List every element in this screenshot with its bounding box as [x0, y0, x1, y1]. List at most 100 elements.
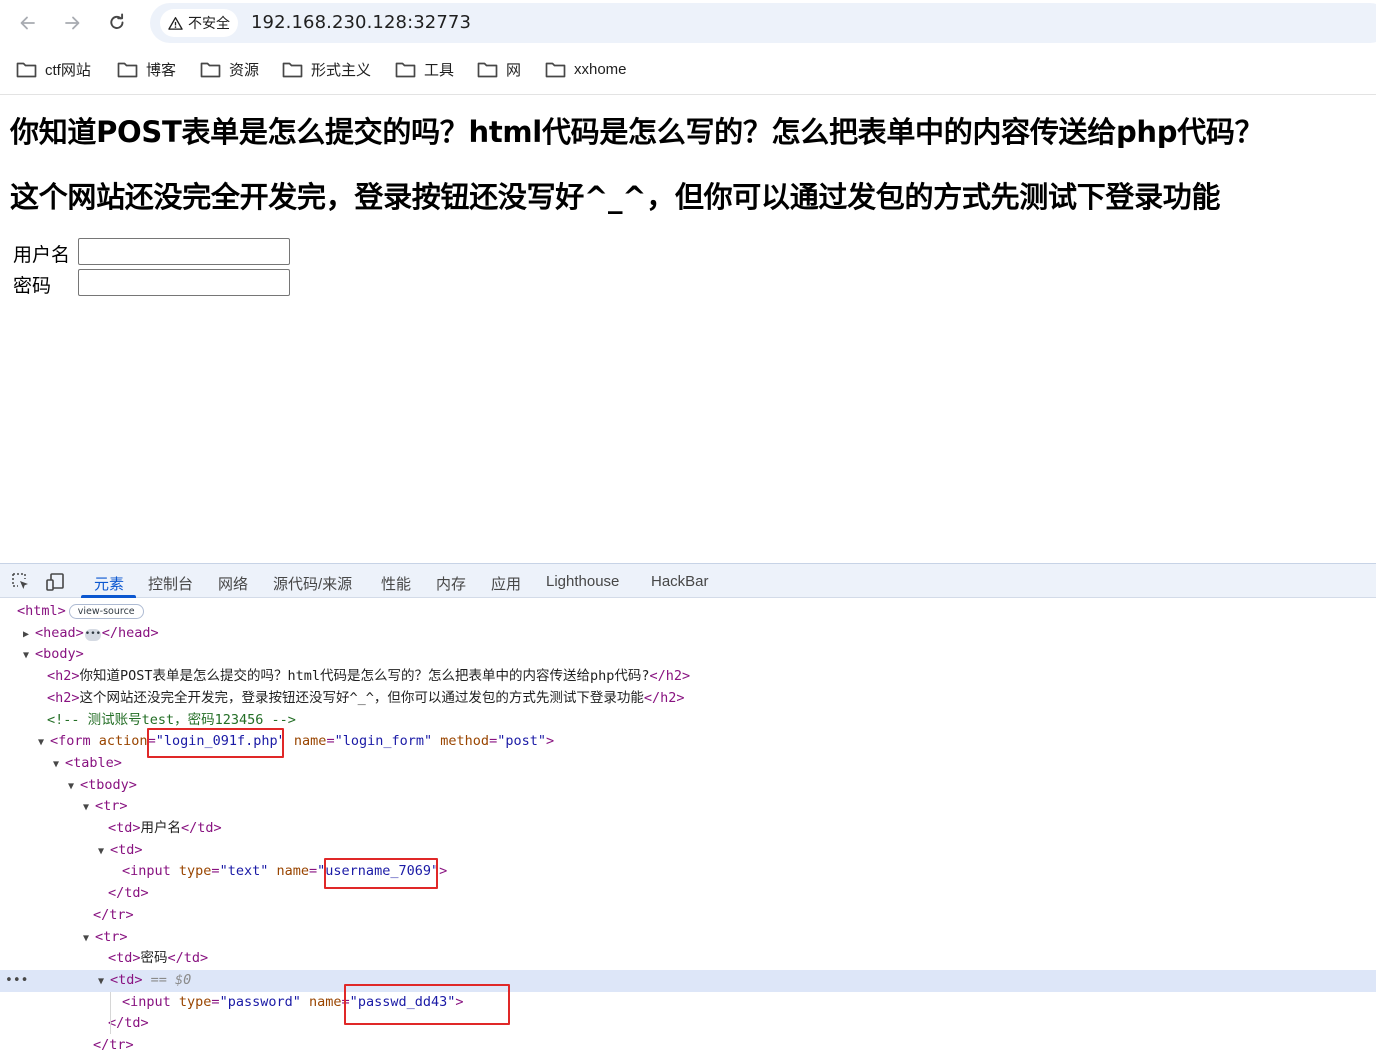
forward-button[interactable] — [58, 9, 86, 37]
dom-node-input-username[interactable]: <input type="text" name="username_7069"> — [0, 861, 1376, 883]
comment-text: <!-- 测试账号test，密码123456 --> — [47, 711, 296, 728]
dom-node-td-1[interactable]: ▼ <td> — [0, 840, 1376, 862]
h2-1-text: 你知道POST表单是怎么提交的吗？html代码是怎么写的？怎么把表单中的内容传送… — [79, 668, 650, 685]
td-password-text: 密码 — [140, 950, 168, 967]
back-button[interactable] — [14, 9, 42, 37]
tab-performance[interactable]: 性能 — [381, 573, 411, 594]
indent-guide — [110, 992, 111, 1034]
back-arrow-icon — [20, 16, 35, 30]
folder-icon — [545, 62, 566, 77]
head-close-tag: </head> — [101, 624, 159, 641]
tab-hackbar[interactable]: HackBar — [651, 573, 709, 590]
dom-node-tr-1-close[interactable]: </tr> — [0, 905, 1376, 927]
dom-node-td-2-close[interactable]: </td> — [0, 1013, 1376, 1035]
devtools-panel: 元素 控制台 网络 源代码/来源 性能 内存 应用 Lighthouse Hac… — [0, 563, 1376, 1055]
collapse-triangle-icon[interactable]: ▼ — [83, 797, 95, 819]
elements-tree: <html> view-source ▶ <head>•••</head> ▼ <bo… — [0, 599, 1376, 1055]
inspect-element-icon[interactable] — [11, 572, 31, 592]
collapse-triangle-icon[interactable]: ▼ — [98, 841, 110, 863]
dom-node-body[interactable]: ▼ <body> — [0, 644, 1376, 666]
head-tag: <head> — [35, 624, 84, 641]
folder-icon — [16, 62, 37, 77]
address-bar[interactable]: 不安全 192.168.230.128:32773 — [150, 3, 1376, 43]
dom-node-td-2-selected[interactable]: ••• ▼ <td> == $0 — [0, 969, 1376, 993]
highlight-password-name-box — [344, 984, 510, 1025]
tab-console[interactable]: 控制台 — [148, 573, 193, 594]
bookmark-label: 博客 — [146, 61, 177, 79]
folder-icon — [200, 62, 221, 77]
tab-memory[interactable]: 内存 — [436, 573, 466, 594]
dom-node-td-username-label[interactable]: <td>用户名</td> — [0, 818, 1376, 840]
h2-2-text: 这个网站还没完全开发完，登录按钮还没写好^_^，但你可以通过发包的方式先测试下登… — [79, 689, 644, 706]
active-tab-indicator — [81, 595, 136, 598]
dom-node-input-password[interactable]: <input type="password" name="passwd_dd43… — [0, 992, 1376, 1014]
highlight-form-action-box — [147, 728, 284, 758]
bookmark-formalism[interactable]: 形式主义 — [282, 58, 371, 80]
collapse-triangle-icon[interactable]: ▼ — [98, 971, 110, 993]
expand-triangle-icon[interactable]: ▶ — [23, 624, 35, 646]
bookmark-ctf[interactable]: ctf网站 — [16, 58, 91, 80]
forward-arrow-icon — [65, 16, 80, 30]
bookmark-label: 资源 — [229, 61, 260, 79]
folder-icon — [395, 62, 416, 77]
bookmark-resources[interactable]: 资源 — [200, 58, 259, 80]
dom-node-h2-2[interactable]: <h2>这个网站还没完全开发完，登录按钮还没写好^_^，但你可以通过发包的方式先… — [0, 688, 1376, 710]
td-username-text: 用户名 — [140, 820, 182, 836]
page-heading-1: 你知道POST表单是怎么提交的吗？html代码是怎么写的？怎么把表单中的内容传送… — [10, 115, 1264, 149]
view-source-badge[interactable]: view-source — [68, 604, 144, 619]
bookmark-net[interactable]: 网 — [477, 58, 521, 80]
device-toolbar-icon[interactable] — [45, 572, 65, 592]
body-tag: <body> — [35, 646, 84, 663]
input1-type-value: text — [227, 863, 261, 880]
dom-node-head[interactable]: ▶ <head>•••</head> — [0, 623, 1376, 645]
more-options-icon[interactable]: ••• — [5, 970, 28, 992]
password-label: 密码 — [13, 275, 52, 297]
collapse-triangle-icon[interactable]: ▼ — [38, 732, 50, 754]
bookmark-tools[interactable]: 工具 — [395, 58, 454, 80]
tab-elements[interactable]: 元素 — [94, 573, 124, 594]
tab-application[interactable]: 应用 — [491, 573, 521, 594]
dom-node-tbody[interactable]: ▼ <tbody> — [0, 775, 1376, 797]
warning-triangle-icon — [168, 16, 183, 30]
username-input[interactable] — [78, 238, 290, 265]
bookmarks-bar: ctf网站 博客 资源 形式主义 工具 网 xxhome — [0, 52, 1376, 86]
bookmark-label: 网 — [506, 61, 522, 79]
form-name-value: login_form — [342, 733, 424, 750]
bookmark-xxhome[interactable]: xxhome — [545, 58, 627, 80]
dom-node-tr-1[interactable]: ▼ <tr> — [0, 796, 1376, 818]
collapse-triangle-icon[interactable]: ▼ — [68, 776, 80, 798]
collapse-triangle-icon[interactable]: ▼ — [83, 928, 95, 950]
input2-type-value: password — [227, 993, 293, 1010]
tab-lighthouse[interactable]: Lighthouse — [546, 573, 619, 590]
dom-node-td-1-close[interactable]: </td> — [0, 883, 1376, 905]
highlight-username-name-box — [324, 858, 438, 889]
tab-network[interactable]: 网络 — [218, 573, 248, 594]
bookmark-label: 形式主义 — [311, 61, 372, 79]
bookmark-blog[interactable]: 博客 — [117, 58, 176, 80]
tab-sources[interactable]: 源代码/来源 — [273, 573, 352, 594]
reload-button[interactable] — [103, 9, 131, 37]
page-viewport: 你知道POST表单是怎么提交的吗？html代码是怎么写的？怎么把表单中的内容传送… — [0, 95, 1376, 563]
bookmark-label: ctf网站 — [45, 61, 91, 79]
bookmark-label: 工具 — [424, 61, 455, 79]
dom-node-html[interactable]: <html> view-source — [0, 601, 1376, 623]
dom-node-tr-2-close[interactable]: </tr> — [0, 1035, 1376, 1055]
folder-icon — [282, 62, 303, 77]
security-label: 不安全 — [188, 16, 230, 32]
dom-node-td-password-label[interactable]: <td>密码</td> — [0, 948, 1376, 970]
bookmark-label: xxhome — [574, 60, 627, 78]
collapse-triangle-icon[interactable]: ▼ — [23, 645, 35, 667]
url-text[interactable]: 192.168.230.128:32773 — [251, 12, 471, 33]
form-method-value: post — [505, 733, 538, 750]
collapse-triangle-icon[interactable]: ▼ — [53, 754, 65, 776]
browser-toolbar: 不安全 192.168.230.128:32773 — [0, 0, 1376, 46]
page-heading-2: 这个网站还没完全开发完，登录按钮还没写好^_^，但你可以通过发包的方式先测试下登… — [10, 180, 1221, 214]
selected-node-marker: == $0 — [150, 971, 192, 988]
dom-node-h2-1[interactable]: <h2>你知道POST表单是怎么提交的吗？html代码是怎么写的？怎么把表单中的… — [0, 666, 1376, 688]
dom-node-tr-2[interactable]: ▼ <tr> — [0, 927, 1376, 949]
password-input[interactable] — [78, 269, 290, 296]
folder-icon — [477, 62, 498, 77]
username-label: 用户名 — [13, 244, 71, 266]
collapsed-ellipsis-icon[interactable]: ••• — [84, 628, 101, 641]
security-indicator[interactable]: 不安全 — [160, 9, 238, 37]
